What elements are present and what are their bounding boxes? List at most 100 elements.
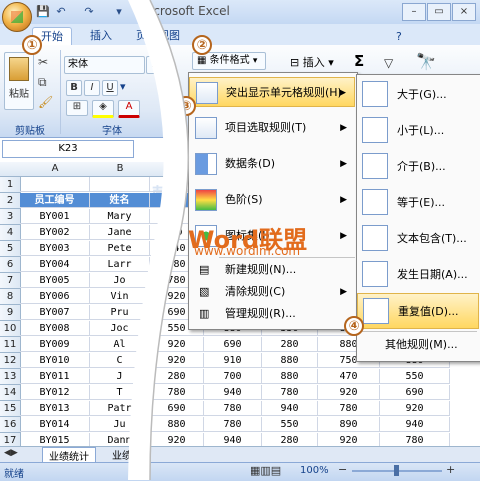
table-cell[interactable]: Pete: [90, 241, 150, 256]
table-cell[interactable]: [20, 177, 90, 192]
table-cell[interactable]: 550: [380, 369, 450, 384]
menu-item-highlight-rules[interactable]: 突出显示单元格规则(H) ▶: [189, 77, 355, 107]
find-icon[interactable]: 🔭: [416, 52, 436, 71]
menu-item-top-bottom-rules[interactable]: 项目选取规则(T) ▶: [189, 113, 355, 143]
table-cell[interactable]: Jo: [90, 273, 150, 288]
table-cell[interactable]: BY002: [20, 225, 90, 240]
font-color-icon[interactable]: A: [118, 100, 140, 118]
submenu-item-text-contains[interactable]: 文本包含(T)...: [357, 221, 480, 257]
table-cell[interactable]: Joc: [90, 321, 150, 336]
qat-dropdown-icon[interactable]: ▾: [112, 5, 126, 19]
table-cell[interactable]: 690: [380, 385, 450, 400]
sort-filter-icon[interactable]: ▽: [384, 56, 393, 70]
table-cell[interactable]: BY008: [20, 321, 90, 336]
row-header[interactable]: 1: [0, 177, 21, 193]
row-header[interactable]: 2: [0, 193, 21, 209]
insert-cells-button[interactable]: ⊟ 插入 ▾: [290, 54, 334, 70]
table-cell[interactable]: 280: [262, 337, 318, 352]
minimize-button[interactable]: –: [402, 3, 426, 21]
underline-dropdown-icon[interactable]: ▾: [120, 80, 126, 93]
row-header[interactable]: 5: [0, 241, 21, 257]
office-button[interactable]: [2, 2, 32, 32]
table-cell[interactable]: BY009: [20, 337, 90, 352]
table-cell[interactable]: Pru: [90, 305, 150, 320]
submenu-item-duplicate-values[interactable]: 重复值(D)...: [357, 293, 479, 329]
column-header-b[interactable]: B: [90, 162, 151, 177]
table-cell[interactable]: 780: [262, 385, 318, 400]
table-cell[interactable]: [90, 177, 150, 192]
column-header-a[interactable]: A: [20, 162, 91, 177]
table-cell[interactable]: 920: [318, 385, 380, 400]
table-cell[interactable]: 890: [318, 417, 380, 432]
row-header[interactable]: 10: [0, 321, 21, 337]
row-header[interactable]: 9: [0, 305, 21, 321]
select-all-corner[interactable]: [0, 162, 21, 177]
submenu-item-more-rules[interactable]: 其他规则(M)...: [357, 333, 480, 357]
menu-item-color-scales[interactable]: 色阶(S) ▶: [189, 185, 355, 215]
row-header[interactable]: 3: [0, 209, 21, 225]
table-cell[interactable]: 940: [204, 385, 262, 400]
table-cell[interactable]: 690: [204, 337, 262, 352]
table-cell[interactable]: 780: [318, 401, 380, 416]
zoom-slider-thumb[interactable]: [394, 465, 399, 476]
restore-button[interactable]: ▭: [427, 3, 451, 21]
submenu-item-greater-than[interactable]: 大于(G)...: [357, 77, 480, 113]
row-header[interactable]: 12: [0, 353, 21, 369]
paste-button[interactable]: 粘贴: [4, 52, 34, 110]
row-header[interactable]: 8: [0, 289, 21, 305]
row-header[interactable]: 4: [0, 225, 21, 241]
table-cell[interactable]: BY014: [20, 417, 90, 432]
view-buttons-icon[interactable]: ▦▥▤: [250, 464, 281, 477]
undo-icon[interactable]: ↶: [54, 5, 68, 19]
table-cell[interactable]: BY007: [20, 305, 90, 320]
help-icon[interactable]: ?: [396, 30, 402, 43]
table-cell[interactable]: 920: [150, 337, 204, 352]
table-cell[interactable]: Jane: [90, 225, 150, 240]
table-cell[interactable]: 姓名: [90, 193, 150, 208]
table-cell[interactable]: Vin: [90, 289, 150, 304]
table-cell[interactable]: 920: [150, 353, 204, 368]
table-cell[interactable]: BY013: [20, 401, 90, 416]
table-cell[interactable]: 940: [380, 417, 450, 432]
table-cell[interactable]: BY003: [20, 241, 90, 256]
fill-color-icon[interactable]: ◈: [92, 100, 114, 118]
font-size-select[interactable]: 1: [146, 56, 162, 74]
format-painter-icon[interactable]: 🖌: [38, 95, 53, 109]
table-cell[interactable]: Ju: [90, 417, 150, 432]
table-cell[interactable]: 880: [150, 417, 204, 432]
submenu-item-equal-to[interactable]: 等于(E)...: [357, 185, 480, 221]
submenu-item-less-than[interactable]: 小于(L)...: [357, 113, 480, 149]
table-cell[interactable]: BY005: [20, 273, 90, 288]
table-cell[interactable]: 940: [262, 401, 318, 416]
table-cell[interactable]: Larr: [90, 257, 150, 272]
row-header[interactable]: 14: [0, 385, 21, 401]
save-icon[interactable]: 💾: [36, 5, 50, 19]
table-cell[interactable]: BY004: [20, 257, 90, 272]
table-cell[interactable]: 880: [262, 353, 318, 368]
table-cell[interactable]: 690: [150, 401, 204, 416]
autosum-icon[interactable]: Σ: [354, 52, 364, 70]
table-cell[interactable]: BY006: [20, 289, 90, 304]
menu-item-clear-rules[interactable]: ▧ 清除规则(C) ▶: [189, 281, 355, 303]
table-cell[interactable]: 550: [262, 417, 318, 432]
row-header[interactable]: 16: [0, 417, 21, 433]
table-cell[interactable]: 880: [262, 369, 318, 384]
table-cell[interactable]: Mary: [90, 209, 150, 224]
table-cell[interactable]: 700: [204, 369, 262, 384]
row-header[interactable]: 11: [0, 337, 21, 353]
sheet-tab-second[interactable]: 业绩: [106, 447, 138, 462]
table-cell[interactable]: 780: [204, 417, 262, 432]
row-header[interactable]: 6: [0, 257, 21, 273]
table-cell[interactable]: 920: [380, 401, 450, 416]
underline-button[interactable]: U: [102, 80, 118, 96]
row-header[interactable]: 15: [0, 401, 21, 417]
table-cell[interactable]: 470: [318, 369, 380, 384]
table-cell[interactable]: 780: [150, 385, 204, 400]
table-cell[interactable]: J: [90, 369, 150, 384]
table-cell[interactable]: Al: [90, 337, 150, 352]
menu-item-data-bars[interactable]: 数据条(D) ▶: [189, 149, 355, 179]
row-header[interactable]: 7: [0, 273, 21, 289]
menu-item-new-rule[interactable]: ▤ 新建规则(N)...: [189, 259, 355, 281]
sheet-nav-icon[interactable]: ◀▶: [4, 448, 18, 458]
submenu-item-between[interactable]: 介于(B)...: [357, 149, 480, 185]
